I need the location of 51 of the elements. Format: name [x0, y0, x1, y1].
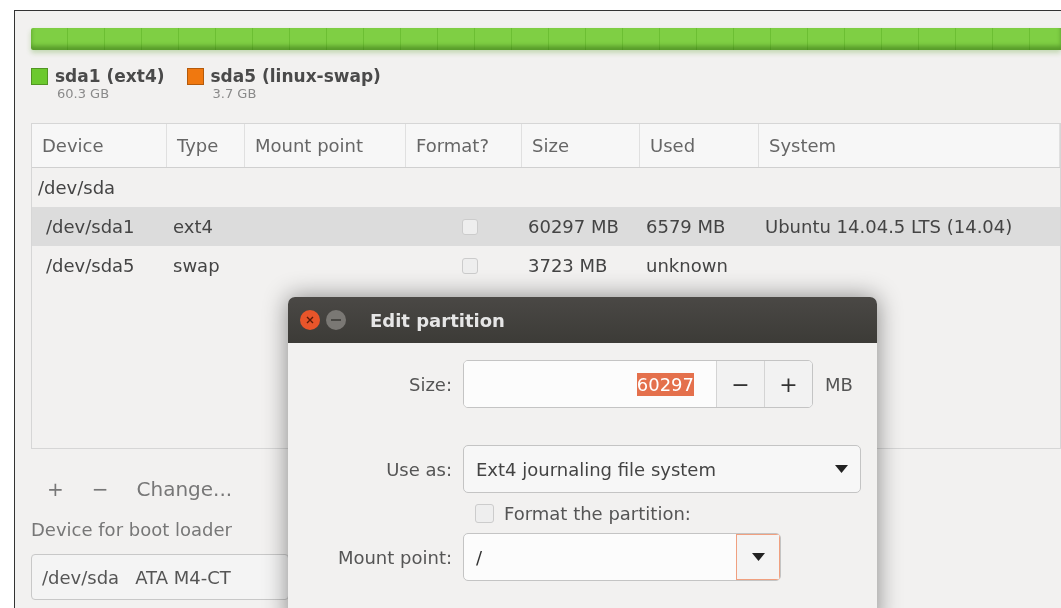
column-header[interactable]: Size	[522, 124, 640, 167]
column-header[interactable]: Used	[640, 124, 759, 167]
remove-button[interactable]: −	[87, 477, 113, 501]
format-checkbox[interactable]	[462, 257, 478, 274]
minimize-button[interactable]	[326, 310, 346, 330]
table-row[interactable]: /dev/sda1 ext4 60297 MB 6579 MB Ubuntu 14.04.5 LTS (14.04)	[32, 207, 1060, 246]
column-header[interactable]: Mount point	[245, 124, 406, 167]
partition-name: sda1 (ext4)	[55, 66, 165, 86]
table-cell-text: unknown	[645, 255, 729, 276]
dropdown-button[interactable]	[736, 534, 780, 580]
field-label: Size:	[409, 373, 452, 395]
table-cell-text: ext4	[172, 216, 214, 237]
partition-name: sda5 (linux-swap)	[210, 66, 381, 86]
table-cell-text: 60297 MB	[527, 216, 620, 237]
table-cell-text: /dev/sda1	[45, 216, 136, 237]
increment-button[interactable]: +	[764, 361, 812, 407]
partition-size: 60.3 GB	[57, 86, 111, 101]
unit-label: MB	[825, 373, 853, 395]
decrement-button[interactable]: −	[716, 361, 764, 407]
boot-loader-label: Device for boot loader	[31, 519, 232, 540]
boot-loader-dropdown[interactable]: /dev/sda ATA M4-CT	[31, 554, 289, 600]
field-label: Use as:	[386, 458, 452, 480]
column-header[interactable]: Device	[32, 124, 167, 167]
caret-icon	[835, 465, 848, 473]
column-header[interactable]: System	[759, 124, 1060, 167]
table-cell-text: 6579 MB	[645, 216, 727, 237]
close-icon	[306, 316, 314, 324]
selected-text: 60297	[636, 372, 694, 396]
dialog-title: Edit partition	[370, 309, 505, 331]
use-as-dropdown[interactable]: Ext4 journaling file system	[463, 445, 861, 493]
table-cell: Ubuntu 14.04.5 LTS (14.04)	[765, 216, 1013, 237]
format-checkbox[interactable]	[462, 218, 478, 235]
table-cell-text: /dev/sda5	[45, 255, 136, 276]
size-spinbox[interactable]: 60297 − +	[463, 360, 813, 408]
column-header[interactable]: Type	[167, 124, 245, 167]
table-cell-text: swap	[172, 255, 221, 276]
field-label: Mount point:	[337, 546, 452, 568]
change-button[interactable]: Change...	[132, 477, 237, 501]
checkbox-label: Format the partition:	[504, 502, 691, 524]
column-header[interactable]: Format?	[406, 124, 522, 167]
table-row[interactable]: /dev/sda	[32, 168, 1060, 207]
table-cell-text: 3723 MB	[527, 255, 609, 276]
table-row[interactable]: /dev/sda5 swap 3723 MB unknown	[32, 246, 1060, 285]
table-cell-text: /dev/sda	[37, 177, 117, 198]
partition-size: 3.7 GB	[212, 86, 258, 101]
add-button[interactable]: +	[43, 477, 68, 501]
close-button[interactable]	[300, 310, 320, 330]
minimize-icon	[331, 319, 341, 321]
format-checkbox[interactable]	[475, 503, 494, 523]
mount-point-combo[interactable]: /	[463, 533, 781, 581]
caret-icon	[752, 553, 765, 561]
